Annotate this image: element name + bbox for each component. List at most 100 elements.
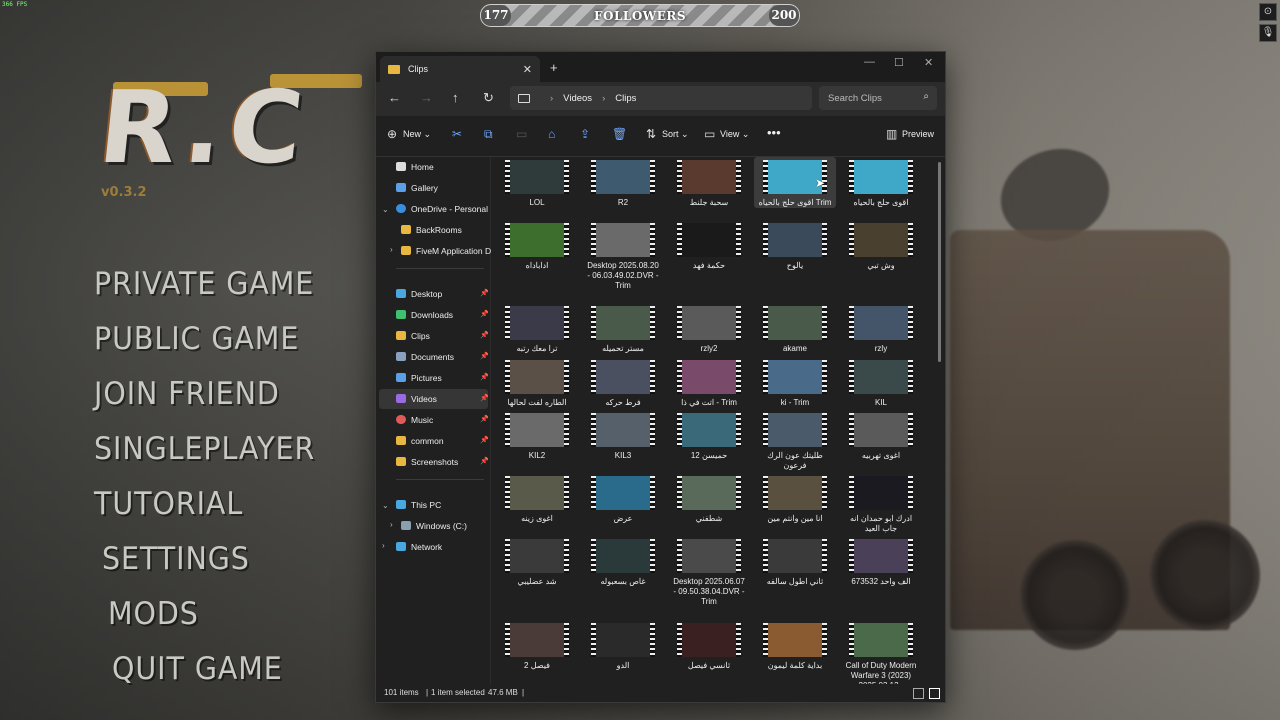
file-item[interactable]: Call of Duty Modern Warfare 3 (2023) 202…: [840, 620, 922, 684]
details-view-icon[interactable]: [913, 688, 924, 699]
file-item[interactable]: غاص بسعبوله: [582, 536, 664, 587]
sidebar-item-common[interactable]: common 📌: [396, 431, 488, 451]
menu-tutorial[interactable]: TUTORIAL: [94, 482, 315, 537]
menu-singleplayer[interactable]: SINGLEPLAYER: [94, 427, 315, 482]
sidebar-item-this-pc[interactable]: This PC: [396, 495, 441, 515]
address-bar[interactable]: › Videos › Clips: [510, 86, 812, 110]
chevron-right-icon[interactable]: ›: [390, 520, 393, 529]
breadcrumb-clips[interactable]: Clips: [615, 93, 636, 104]
sidebar-item-screenshots[interactable]: Screenshots 📌: [396, 452, 488, 472]
delete-icon[interactable]: 🗑: [612, 127, 627, 141]
menu-mods[interactable]: MODS: [108, 592, 316, 647]
microphone-icon[interactable]: 🎙: [1259, 24, 1277, 42]
file-item[interactable]: شطفني: [668, 473, 750, 524]
file-item[interactable]: يالوح: [754, 220, 836, 271]
file-item[interactable]: ثاني اطول سالفه: [754, 536, 836, 587]
file-item[interactable]: LOL: [496, 157, 578, 208]
preview-button[interactable]: Preview: [902, 129, 934, 139]
sort-button[interactable]: Sort ⌄: [662, 129, 689, 140]
sidebar-item-windows-c[interactable]: Windows (C:): [401, 516, 467, 536]
back-button[interactable]: ←: [388, 90, 401, 105]
file-item[interactable]: ثانسي فيصل: [668, 620, 750, 671]
file-item[interactable]: KIL3: [582, 410, 664, 461]
sidebar-item-fivem[interactable]: FiveM Application D: [401, 241, 491, 261]
file-item[interactable]: حكمة فهد: [668, 220, 750, 271]
file-item[interactable]: KIL2: [496, 410, 578, 461]
forward-button[interactable]: →: [420, 90, 433, 105]
file-item[interactable]: ترا معك رتبه: [496, 303, 578, 354]
cut-icon[interactable]: ✂: [452, 127, 462, 141]
up-button[interactable]: ↑: [452, 90, 459, 105]
sidebar-item-music[interactable]: Music 📌: [396, 410, 488, 430]
file-item[interactable]: rzly2: [668, 303, 750, 354]
file-item[interactable]: عرض: [582, 473, 664, 524]
file-item[interactable]: فيصل 2: [496, 620, 578, 671]
file-item[interactable]: اتت في ذا - Trim: [668, 357, 750, 408]
file-item[interactable]: سحبة جلنط: [668, 157, 750, 208]
rename-icon[interactable]: ⌂: [548, 127, 555, 141]
minimize-button[interactable]: —: [864, 56, 875, 68]
sidebar-item-backrooms[interactable]: BackRooms: [401, 220, 462, 240]
file-item[interactable]: Desktop 2025.06.07 - 09.50.38.04.DVR - T…: [668, 536, 750, 607]
copy-icon[interactable]: ⧉: [484, 127, 493, 142]
file-item[interactable]: اغوى تهربيه: [840, 410, 922, 461]
file-item[interactable]: ki - Trim: [754, 357, 836, 408]
view-button[interactable]: View ⌄: [720, 129, 749, 140]
file-item[interactable]: فرط حركه: [582, 357, 664, 408]
tiles-view-icon[interactable]: [929, 688, 940, 699]
file-item[interactable]: بداية كلمة ليمون: [754, 620, 836, 671]
new-button[interactable]: New ⌄: [403, 129, 431, 140]
file-item[interactable]: طليتك عون الرك فرعون: [754, 410, 836, 471]
sidebar-item-onedrive[interactable]: OneDrive - Personal: [396, 199, 488, 219]
sidebar-item-gallery[interactable]: Gallery: [396, 178, 438, 198]
new-tab-button[interactable]: +: [550, 60, 558, 75]
paste-icon[interactable]: ▭: [516, 127, 527, 141]
file-item[interactable]: الطاره لفت لحالها: [496, 357, 578, 408]
file-item[interactable]: الف واحد 673532: [840, 536, 922, 587]
menu-join-friend[interactable]: JOIN FRIEND: [94, 372, 315, 427]
sidebar-item-network[interactable]: Network: [396, 537, 442, 557]
refresh-button[interactable]: ↻: [483, 90, 494, 106]
file-item[interactable]: KIL: [840, 357, 922, 408]
chevron-down-icon[interactable]: ⌄: [382, 501, 389, 510]
sidebar-item-home[interactable]: Home: [396, 157, 434, 177]
file-item[interactable]: Desktop 2025.08.20 - 06.03.49.02.DVR - T…: [582, 220, 664, 291]
file-name: عرض: [613, 514, 633, 523]
close-window-button[interactable]: ✕: [924, 56, 933, 69]
file-item[interactable]: R2: [582, 157, 664, 208]
file-item[interactable]: الدو: [582, 620, 664, 671]
search-input[interactable]: Search Clips ⌕: [819, 86, 937, 110]
file-item[interactable]: rzly: [840, 303, 922, 354]
breadcrumb-videos[interactable]: Videos: [563, 93, 592, 104]
maximize-button[interactable]: ☐: [894, 56, 904, 69]
file-item[interactable]: akame: [754, 303, 836, 354]
close-tab-icon[interactable]: ✕: [523, 63, 532, 76]
sidebar-item-downloads[interactable]: Downloads 📌: [396, 305, 488, 325]
menu-quit-game[interactable]: QUIT GAME: [112, 647, 317, 702]
menu-settings[interactable]: SETTINGS: [102, 537, 316, 592]
tab-clips[interactable]: Clips ✕: [380, 56, 540, 82]
file-item[interactable]: حميسن 12: [668, 410, 750, 461]
file-item[interactable]: اداباداه: [496, 220, 578, 271]
file-item[interactable]: ادرك ابو حمدان انه جاب العيد: [840, 473, 922, 534]
target-icon[interactable]: ⊙: [1259, 3, 1277, 21]
sidebar-item-videos[interactable]: Videos 📌: [379, 389, 488, 409]
chevron-right-icon[interactable]: ›: [390, 245, 393, 254]
chevron-down-icon[interactable]: ⌄: [382, 205, 389, 214]
file-item[interactable]: وش تبي: [840, 220, 922, 271]
scrollbar[interactable]: [938, 162, 941, 362]
file-item[interactable]: اغوى زينه: [496, 473, 578, 524]
share-icon[interactable]: ⇪: [580, 127, 590, 141]
file-item[interactable]: انا مين وانتم مين: [754, 473, 836, 524]
more-options-icon[interactable]: •••: [767, 125, 781, 140]
sidebar-item-documents[interactable]: Documents 📌: [396, 347, 488, 367]
chevron-right-icon[interactable]: ›: [382, 541, 385, 550]
file-item[interactable]: اقوى حلج بالحياه: [840, 157, 922, 208]
file-item[interactable]: شد عضليبي: [496, 536, 578, 587]
sidebar-item-desktop[interactable]: Desktop 📌: [396, 284, 488, 304]
sidebar-item-pictures[interactable]: Pictures 📌: [396, 368, 488, 388]
menu-public-game[interactable]: PUBLIC GAME: [94, 317, 315, 372]
sidebar-item-clips[interactable]: Clips 📌: [396, 326, 488, 346]
menu-private-game[interactable]: PRIVATE GAME: [94, 262, 315, 317]
file-item[interactable]: مستر تحميله: [582, 303, 664, 354]
